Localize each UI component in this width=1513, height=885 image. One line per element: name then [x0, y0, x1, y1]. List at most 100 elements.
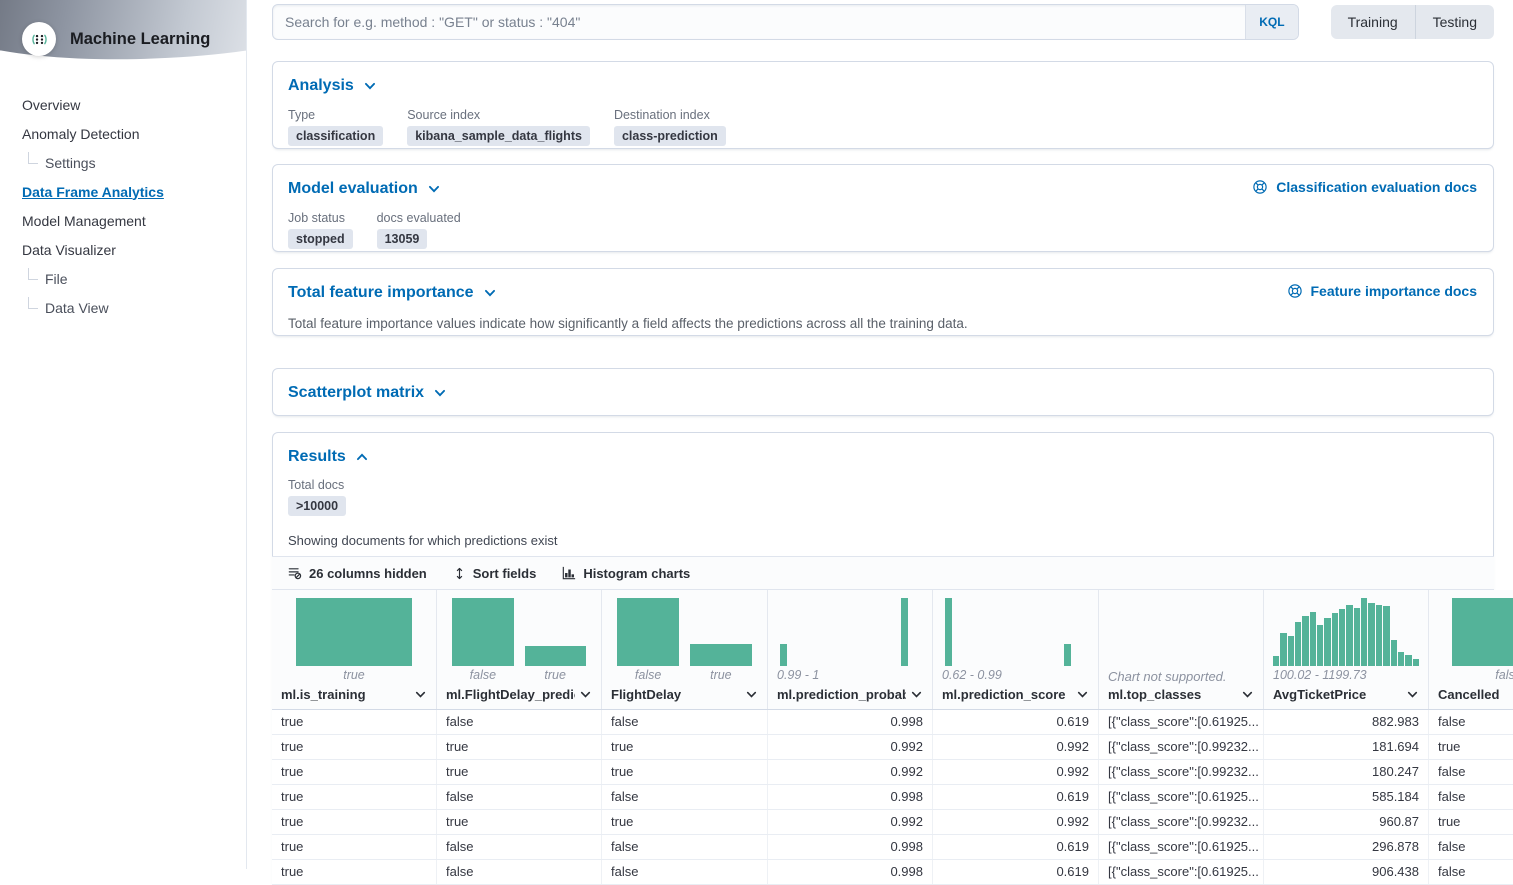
grid-cell-ml-top-classes[interactable]: [{"class_score":[0.61925...	[1099, 785, 1264, 809]
grid-cell-ml-prediction-probabilit[interactable]: 0.998	[768, 860, 933, 884]
feature-importance-accordion-toggle[interactable]: Total feature importance	[288, 282, 497, 304]
column-menu-chevron-icon[interactable]	[1076, 688, 1089, 701]
training-filter-button[interactable]: Training	[1331, 5, 1415, 39]
grid-cell-ml-is-training[interactable]: true	[272, 835, 437, 859]
grid-cell-ml-prediction-probabilit[interactable]: 0.992	[768, 735, 933, 759]
column-header-name-cancelled[interactable]: Cancelled	[1429, 684, 1513, 709]
feature-importance-docs-link[interactable]: Feature importance docs	[1287, 283, 1478, 299]
search-bar[interactable]: KQL	[272, 4, 1299, 40]
grid-cell-avgticketprice[interactable]: 181.694	[1264, 735, 1429, 759]
column-header-name-ml-prediction-score[interactable]: ml.prediction_score	[933, 684, 1098, 709]
grid-cell-cancelled[interactable]: false	[1429, 860, 1513, 884]
grid-cell-ml-prediction-probabilit[interactable]: 0.992	[768, 760, 933, 784]
grid-cell-ml-flightdelay-predictio[interactable]: false	[437, 710, 602, 734]
column-menu-chevron-icon[interactable]	[1406, 688, 1419, 701]
classification-evaluation-docs-link[interactable]: Classification evaluation docs	[1252, 179, 1477, 195]
column-header-name-ml-top-classes[interactable]: ml.top_classes	[1099, 684, 1263, 709]
column-menu-chevron-icon[interactable]	[910, 688, 923, 701]
grid-cell-ml-is-training[interactable]: true	[272, 860, 437, 884]
grid-cell-ml-top-classes[interactable]: [{"class_score":[0.99232...	[1099, 760, 1264, 784]
grid-cell-ml-is-training[interactable]: true	[272, 735, 437, 759]
grid-cell-avgticketprice[interactable]: 180.247	[1264, 760, 1429, 784]
column-menu-chevron-icon[interactable]	[579, 688, 592, 701]
grid-cell-ml-prediction-probabilit[interactable]: 0.992	[768, 810, 933, 834]
scatterplot-accordion-toggle[interactable]: Scatterplot matrix	[288, 382, 447, 404]
grid-cell-ml-flightdelay-predictio[interactable]: false	[437, 835, 602, 859]
column-header-name-ml-is-training[interactable]: ml.is_training	[272, 684, 436, 709]
histogram-bar	[525, 646, 586, 666]
sidebar-item-settings[interactable]: Settings	[28, 148, 246, 177]
grid-cell-flightdelay[interactable]: false	[602, 860, 768, 884]
grid-cell-ml-prediction-probabilit[interactable]: 0.998	[768, 835, 933, 859]
sidebar-item-anomaly-detection[interactable]: Anomaly Detection	[22, 119, 246, 148]
sidebar-item-overview[interactable]: Overview	[22, 90, 246, 119]
chevron-down-icon	[483, 286, 497, 300]
grid-cell-ml-flightdelay-predictio[interactable]: true	[437, 735, 602, 759]
column-header-name-avgticketprice[interactable]: AvgTicketPrice	[1264, 684, 1428, 709]
results-accordion-toggle[interactable]: Results	[288, 446, 369, 468]
grid-cell-ml-prediction-score[interactable]: 0.992	[933, 735, 1099, 759]
grid-cell-ml-prediction-probabilit[interactable]: 0.998	[768, 785, 933, 809]
column-header-name-flightdelay[interactable]: FlightDelay	[602, 684, 767, 709]
field-value-badge: stopped	[288, 229, 353, 249]
column-histogram-chart: falsetrue	[611, 598, 758, 684]
column-header-name-ml-prediction-probabilit[interactable]: ml.prediction_probabilit	[768, 684, 932, 709]
grid-cell-ml-prediction-score[interactable]: 0.619	[933, 835, 1099, 859]
sort-fields-button[interactable]: Sort fields	[445, 562, 545, 585]
grid-cell-flightdelay[interactable]: false	[602, 785, 768, 809]
grid-cell-ml-prediction-score[interactable]: 0.992	[933, 810, 1099, 834]
grid-cell-ml-prediction-score[interactable]: 0.619	[933, 785, 1099, 809]
sidebar-item-file[interactable]: File	[28, 264, 246, 293]
grid-cell-flightdelay[interactable]: true	[602, 760, 768, 784]
grid-cell-ml-is-training[interactable]: true	[272, 785, 437, 809]
grid-cell-ml-prediction-score[interactable]: 0.619	[933, 710, 1099, 734]
grid-cell-avgticketprice[interactable]: 882.983	[1264, 710, 1429, 734]
grid-cell-ml-top-classes[interactable]: [{"class_score":[0.99232...	[1099, 735, 1264, 759]
grid-cell-ml-flightdelay-predictio[interactable]: false	[437, 860, 602, 884]
column-header-name-ml-flightdelay-predictio[interactable]: ml.FlightDelay_predictio	[437, 684, 601, 709]
grid-cell-ml-prediction-score[interactable]: 0.619	[933, 860, 1099, 884]
grid-cell-cancelled[interactable]: true	[1429, 810, 1513, 834]
analysis-accordion-toggle[interactable]: Analysis	[288, 75, 377, 97]
grid-cell-avgticketprice[interactable]: 906.438	[1264, 860, 1429, 884]
field-label: Source index	[407, 108, 590, 122]
26-columns-hidden-button[interactable]: 26 columns hidden	[280, 562, 435, 585]
column-menu-chevron-icon[interactable]	[414, 688, 427, 701]
column-menu-chevron-icon[interactable]	[1241, 688, 1254, 701]
grid-cell-ml-top-classes[interactable]: [{"class_score":[0.61925...	[1099, 835, 1264, 859]
search-input[interactable]	[273, 5, 1245, 39]
grid-cell-ml-top-classes[interactable]: [{"class_score":[0.61925...	[1099, 860, 1264, 884]
grid-cell-cancelled[interactable]: false	[1429, 785, 1513, 809]
kql-button[interactable]: KQL	[1245, 5, 1297, 39]
grid-cell-avgticketprice[interactable]: 585.184	[1264, 785, 1429, 809]
grid-cell-cancelled[interactable]: false	[1429, 710, 1513, 734]
sidebar-item-model-management[interactable]: Model Management	[22, 206, 246, 235]
histogram-bar	[1288, 636, 1294, 666]
histogram-charts-button[interactable]: Histogram charts	[554, 562, 698, 585]
grid-cell-flightdelay[interactable]: false	[602, 835, 768, 859]
grid-cell-ml-top-classes[interactable]: [{"class_score":[0.61925...	[1099, 710, 1264, 734]
grid-cell-avgticketprice[interactable]: 296.878	[1264, 835, 1429, 859]
grid-cell-ml-flightdelay-predictio[interactable]: false	[437, 785, 602, 809]
grid-cell-flightdelay[interactable]: true	[602, 735, 768, 759]
grid-cell-ml-is-training[interactable]: true	[272, 760, 437, 784]
grid-cell-ml-flightdelay-predictio[interactable]: true	[437, 810, 602, 834]
grid-cell-flightdelay[interactable]: false	[602, 710, 768, 734]
sidebar-item-data-view[interactable]: Data View	[28, 293, 246, 322]
grid-cell-ml-is-training[interactable]: true	[272, 710, 437, 734]
grid-cell-flightdelay[interactable]: true	[602, 810, 768, 834]
sidebar-item-data-visualizer[interactable]: Data Visualizer	[22, 235, 246, 264]
testing-filter-button[interactable]: Testing	[1415, 5, 1494, 39]
grid-cell-ml-top-classes[interactable]: [{"class_score":[0.99232...	[1099, 810, 1264, 834]
model-evaluation-accordion-toggle[interactable]: Model evaluation	[288, 178, 441, 200]
grid-cell-avgticketprice[interactable]: 960.87	[1264, 810, 1429, 834]
sidebar-item-data-frame-analytics[interactable]: Data Frame Analytics	[22, 177, 246, 206]
grid-cell-ml-prediction-probabilit[interactable]: 0.998	[768, 710, 933, 734]
grid-cell-cancelled[interactable]: false	[1429, 835, 1513, 859]
grid-cell-cancelled[interactable]: false	[1429, 760, 1513, 784]
grid-cell-ml-flightdelay-predictio[interactable]: true	[437, 760, 602, 784]
grid-cell-cancelled[interactable]: true	[1429, 735, 1513, 759]
grid-cell-ml-is-training[interactable]: true	[272, 810, 437, 834]
grid-cell-ml-prediction-score[interactable]: 0.992	[933, 760, 1099, 784]
column-menu-chevron-icon[interactable]	[745, 688, 758, 701]
